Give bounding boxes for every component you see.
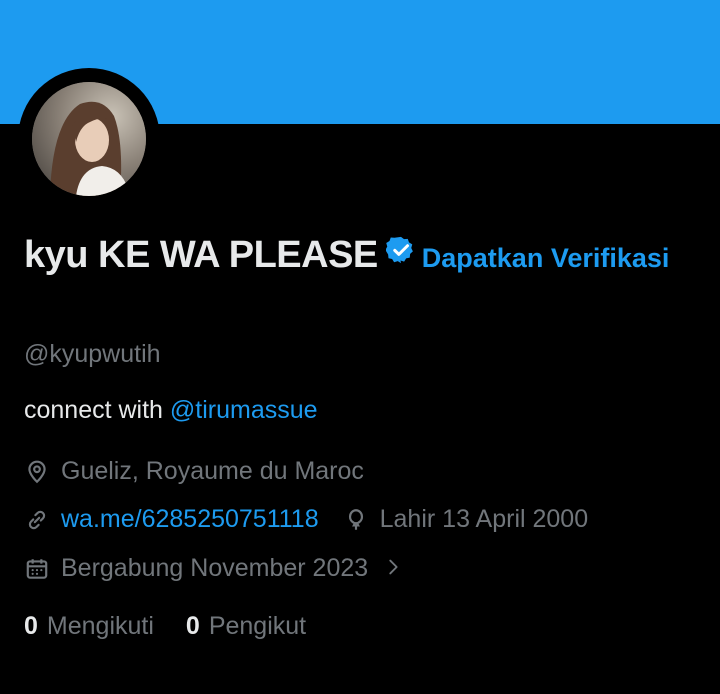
website-link[interactable]: wa.me/6285250751118 <box>61 505 319 534</box>
follow-stats: 0 Mengikuti 0 Pengikut <box>24 612 338 641</box>
link-icon <box>24 507 50 533</box>
profile-handle: @kyupwutih <box>24 340 161 368</box>
birthday-icon <box>343 507 369 533</box>
following-label: Mengikuti <box>46 612 154 640</box>
location-text: Gueliz, Royaume du Maroc <box>61 457 364 485</box>
birthday-text: Lahir 13 April 2000 <box>379 505 589 533</box>
verified-badge-icon[interactable] <box>385 235 416 284</box>
get-verified-link[interactable]: Dapatkan Verifikasi <box>422 243 670 273</box>
bio-mention-link[interactable]: @tirumassue <box>170 396 318 424</box>
bio-text: connect with <box>24 396 170 424</box>
following-count: 0 <box>24 612 38 640</box>
chevron-right-icon[interactable] <box>382 556 408 582</box>
avatar[interactable] <box>32 82 146 196</box>
following-link[interactable]: 0 Mengikuti <box>24 612 154 641</box>
followers-count: 0 <box>185 612 200 640</box>
followers-link[interactable]: 0 Pengikut <box>186 612 306 641</box>
location-row: Gueliz, Royaume du Maroc <box>24 457 364 486</box>
name-row: kyu KE WA PLEASE Dapatkan Verifikasi <box>24 232 704 287</box>
display-name: kyu KE WA PLEASE <box>24 234 378 276</box>
joined-text: Bergabung November 2023 <box>61 554 369 582</box>
website-birthday-row: wa.me/6285250751118 Lahir 13 April 2000 <box>24 505 588 534</box>
joined-row[interactable]: Bergabung November 2023 <box>24 554 419 583</box>
location-icon <box>24 459 50 485</box>
profile-bio: connect with @tirumassue <box>24 396 318 425</box>
followers-label: Pengikut <box>208 612 307 640</box>
calendar-icon <box>24 556 50 582</box>
